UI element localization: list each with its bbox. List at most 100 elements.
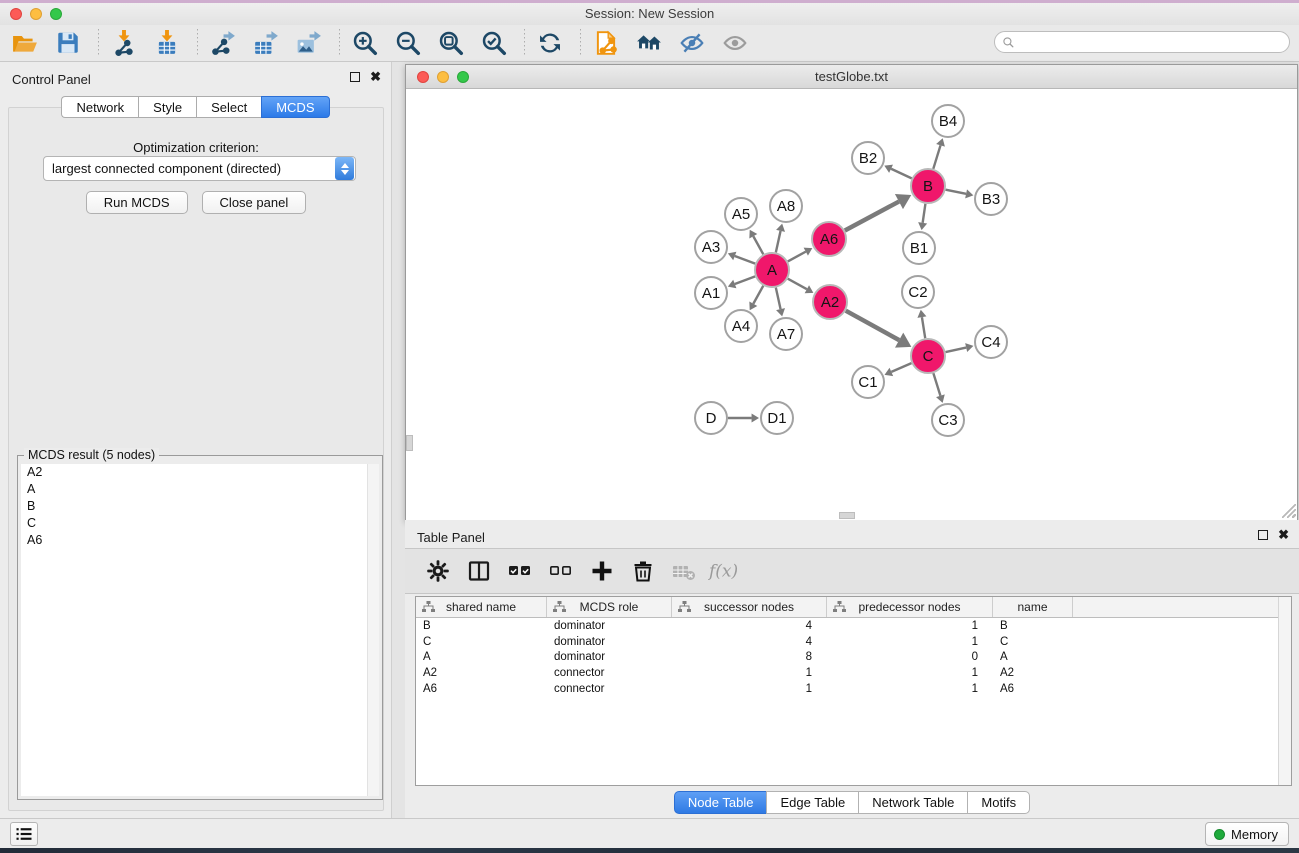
table-cell[interactable]: C xyxy=(993,634,1073,650)
edge-B-B3[interactable] xyxy=(946,189,974,198)
table-cell[interactable]: dominator xyxy=(547,618,672,634)
close-panel-button[interactable]: Close panel xyxy=(202,191,307,214)
node-C1[interactable]: C1 xyxy=(852,366,884,398)
import-table-button[interactable] xyxy=(152,28,182,58)
open-file-button[interactable] xyxy=(10,28,40,58)
edge-A-A5[interactable] xyxy=(749,230,763,255)
node-B1[interactable]: B1 xyxy=(903,232,935,264)
tab-style[interactable]: Style xyxy=(138,96,196,118)
apply-layout-button[interactable] xyxy=(535,28,565,58)
node-D1[interactable]: D1 xyxy=(761,402,793,434)
table-settings-button[interactable] xyxy=(421,554,455,588)
table-cell[interactable]: B xyxy=(993,618,1073,634)
save-session-button[interactable] xyxy=(53,28,83,58)
zoom-out-button[interactable] xyxy=(393,28,423,58)
bottom-splitter-handle[interactable] xyxy=(839,512,855,519)
select-all-rows-button[interactable] xyxy=(503,554,537,588)
table-cell[interactable]: A xyxy=(993,650,1073,666)
export-network-button[interactable] xyxy=(208,28,238,58)
table-row[interactable]: Cdominator41C xyxy=(416,634,1291,650)
table-panel-float-button[interactable] xyxy=(1258,530,1268,540)
table-cell[interactable]: connector xyxy=(547,681,672,697)
table-row[interactable]: Bdominator41B xyxy=(416,618,1291,634)
task-history-button[interactable] xyxy=(10,822,38,846)
table-cell[interactable]: C xyxy=(416,634,547,650)
table-cell[interactable]: dominator xyxy=(547,650,672,666)
search-input[interactable] xyxy=(1015,35,1289,49)
node-C4[interactable]: C4 xyxy=(975,326,1007,358)
zoom-selected-button[interactable] xyxy=(479,28,509,58)
table-cell[interactable]: 1 xyxy=(672,681,827,697)
table-row[interactable]: Adominator80A xyxy=(416,650,1291,666)
node-A1[interactable]: A1 xyxy=(695,277,727,309)
edge-A-A2[interactable] xyxy=(788,279,814,294)
import-network-button[interactable] xyxy=(109,28,139,58)
edge-C-C2[interactable] xyxy=(917,310,926,338)
edge-C-C1[interactable] xyxy=(885,363,912,376)
table-cell[interactable]: A2 xyxy=(993,665,1073,681)
column-header-name[interactable]: name xyxy=(993,597,1073,617)
table-cell[interactable]: 0 xyxy=(827,650,993,666)
column-header-shared-name[interactable]: shared name xyxy=(416,597,547,617)
node-A3[interactable]: A3 xyxy=(695,231,727,263)
mcds-result-item[interactable]: A6 xyxy=(21,532,379,549)
export-image-button[interactable] xyxy=(294,28,324,58)
table-cell[interactable]: 8 xyxy=(672,650,827,666)
table-cell[interactable]: A2 xyxy=(416,665,547,681)
tab-motifs[interactable]: Motifs xyxy=(967,791,1030,814)
tab-mcds[interactable]: MCDS xyxy=(261,96,329,118)
table-cell[interactable]: connector xyxy=(547,665,672,681)
control-panel-close-button[interactable]: ✖ xyxy=(370,72,381,82)
node-A[interactable]: A xyxy=(755,253,789,287)
left-splitter-handle[interactable] xyxy=(406,435,413,451)
search-box[interactable] xyxy=(994,31,1290,53)
table-row[interactable]: A6connector11A6 xyxy=(416,681,1291,697)
tab-node-table[interactable]: Node Table xyxy=(674,791,767,814)
hide-selected-button[interactable] xyxy=(677,28,707,58)
edge-A2-C[interactable] xyxy=(846,311,912,348)
window-resize-grip[interactable] xyxy=(1282,504,1296,518)
zoom-fit-button[interactable] xyxy=(436,28,466,58)
edge-A-A8[interactable] xyxy=(776,224,785,253)
edge-A-A6[interactable] xyxy=(788,248,812,262)
table-cell[interactable]: 4 xyxy=(672,634,827,650)
edge-D-D1[interactable] xyxy=(728,413,759,422)
node-B[interactable]: B xyxy=(911,169,945,203)
unselect-all-rows-button[interactable] xyxy=(544,554,578,588)
table-cell[interactable]: B xyxy=(416,618,547,634)
table-cell[interactable]: 1 xyxy=(827,665,993,681)
node-A6[interactable]: A6 xyxy=(812,222,846,256)
node-A2[interactable]: A2 xyxy=(813,285,847,319)
column-header-successor-nodes[interactable]: successor nodes xyxy=(672,597,827,617)
node-C3[interactable]: C3 xyxy=(932,404,964,436)
table-row[interactable]: A2connector11A2 xyxy=(416,665,1291,681)
network-from-selection-button[interactable] xyxy=(591,28,621,58)
memory-button[interactable]: Memory xyxy=(1205,822,1289,846)
tab-select[interactable]: Select xyxy=(196,96,261,118)
node-B4[interactable]: B4 xyxy=(932,105,964,137)
table-cell[interactable]: 1 xyxy=(827,681,993,697)
tab-edge-table[interactable]: Edge Table xyxy=(766,791,858,814)
node-C[interactable]: C xyxy=(911,339,945,373)
mcds-result-scrollbar[interactable] xyxy=(367,464,379,796)
edge-C-C3[interactable] xyxy=(933,373,944,403)
control-panel-float-button[interactable] xyxy=(350,72,360,82)
node-D[interactable]: D xyxy=(695,402,727,434)
node-A8[interactable]: A8 xyxy=(770,190,802,222)
table-cell[interactable]: 1 xyxy=(827,634,993,650)
edge-A-A1[interactable] xyxy=(728,276,755,288)
delete-columns-button[interactable] xyxy=(626,554,660,588)
mcds-result-item[interactable]: B xyxy=(21,498,379,515)
node-A5[interactable]: A5 xyxy=(725,198,757,230)
edge-B-B1[interactable] xyxy=(918,204,927,230)
node-C2[interactable]: C2 xyxy=(902,276,934,308)
network-canvas[interactable]: B4B2BB3B1A5A8A6A3AA1A4A7A2C2CC4C1C3DD1 xyxy=(406,89,1297,519)
node-B2[interactable]: B2 xyxy=(852,142,884,174)
mcds-result-item[interactable]: A xyxy=(21,481,379,498)
edge-A-A4[interactable] xyxy=(749,286,763,311)
table-cell[interactable]: A xyxy=(416,650,547,666)
node-B3[interactable]: B3 xyxy=(975,183,1007,215)
table-cell[interactable]: A6 xyxy=(416,681,547,697)
edge-C-C4[interactable] xyxy=(946,343,974,352)
edge-A6-B[interactable] xyxy=(845,194,911,230)
